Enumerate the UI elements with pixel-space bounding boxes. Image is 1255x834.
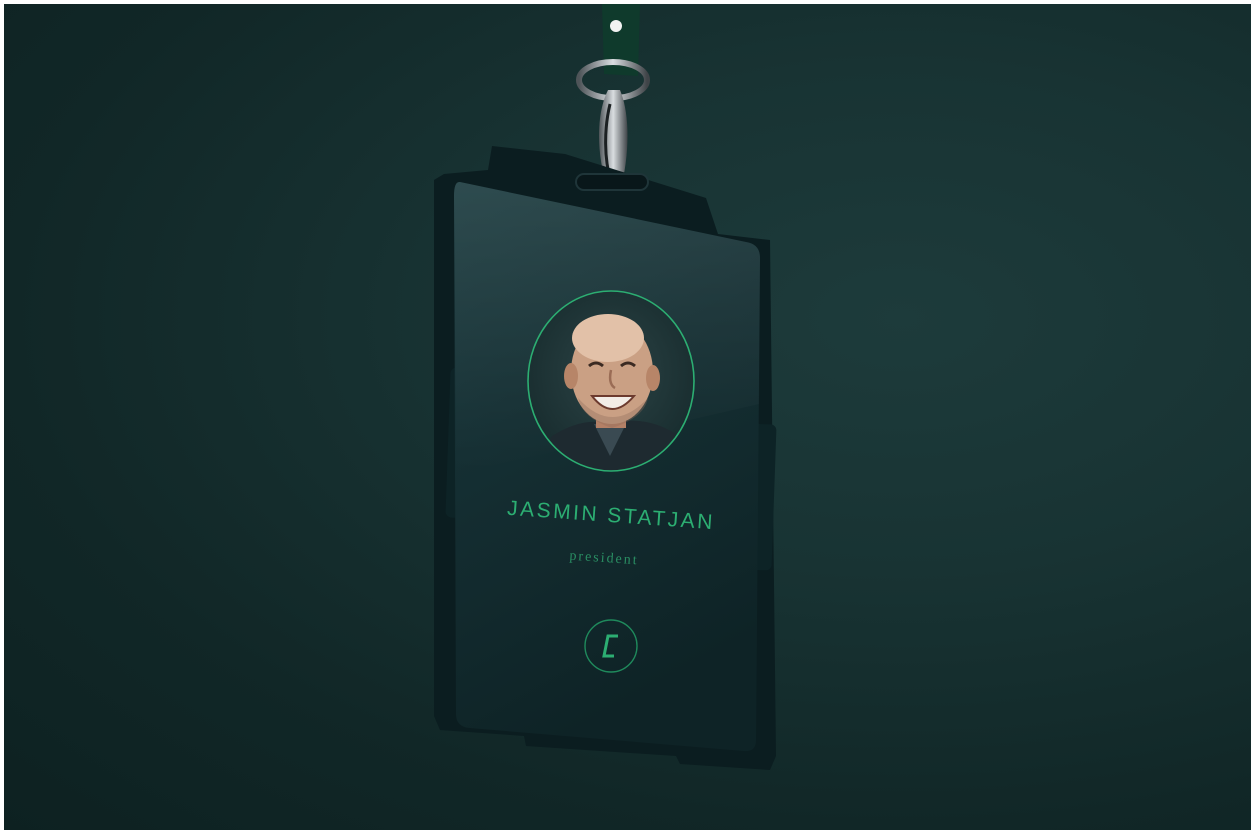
badge-illustration: [434, 4, 777, 770]
badge-scene: JASMIN STATJAN president: [4, 4, 1251, 830]
